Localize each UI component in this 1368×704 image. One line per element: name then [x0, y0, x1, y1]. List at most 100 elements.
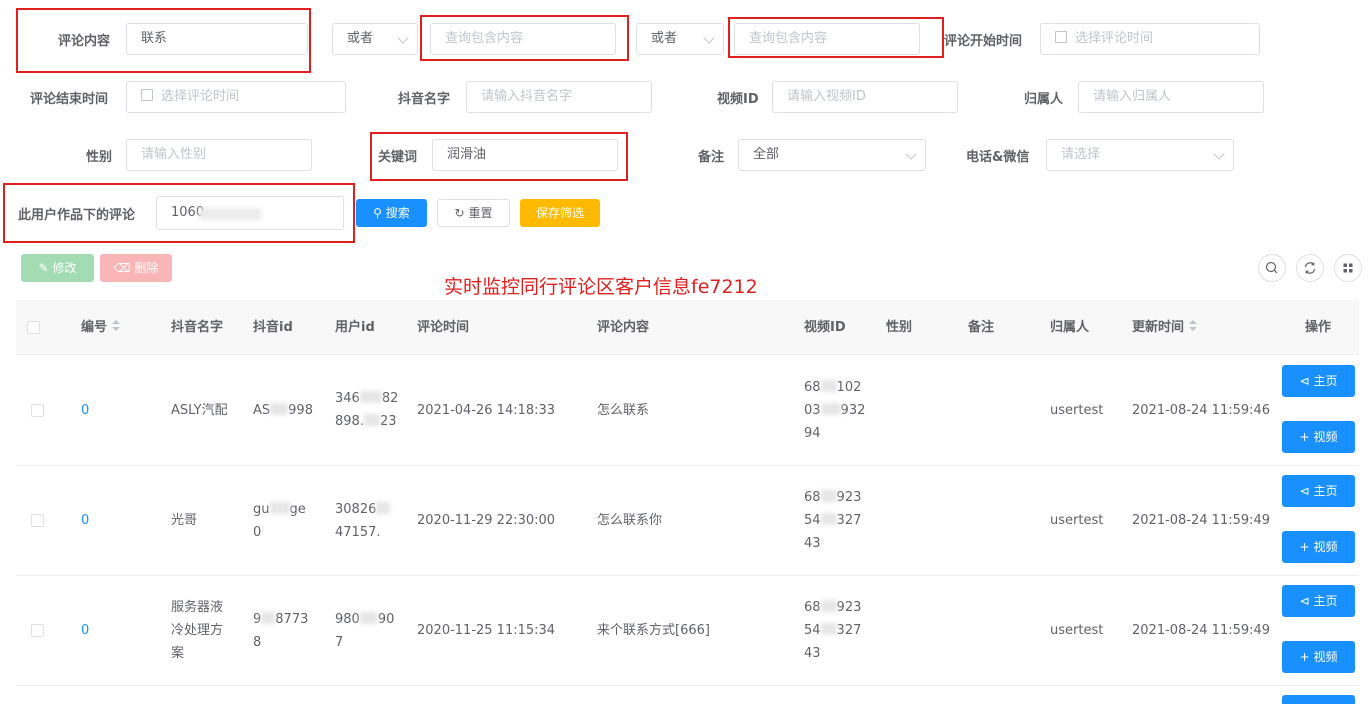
refresh-button[interactable]: [1296, 254, 1324, 282]
row-updated: 2021-08-24 11:59:49: [1132, 513, 1271, 528]
refresh-icon: ↻: [454, 206, 465, 220]
douyin-name-input[interactable]: 请输入抖音名字: [466, 81, 652, 113]
video-button[interactable]: + 视频: [1282, 531, 1355, 563]
share-icon: ⊲: [1299, 594, 1310, 608]
calendar-icon: [1055, 31, 1067, 43]
home-button[interactable]: ⊲ 主页: [1282, 365, 1355, 397]
row-comment-time: 2021-04-26 14:18:33: [417, 403, 556, 418]
gender-label: 性别: [86, 150, 113, 165]
edit-button[interactable]: ✎ 修改: [21, 254, 94, 282]
row-id[interactable]: 0: [81, 399, 89, 422]
remark-select[interactable]: 全部: [738, 139, 926, 171]
header-user-id: 用户id: [335, 320, 375, 335]
search-icon: [1265, 261, 1278, 274]
home-button-label: 主页: [1313, 374, 1338, 388]
query-input-1[interactable]: 查询包含内容: [430, 23, 616, 55]
start-time-placeholder: 选择评论时间: [1075, 31, 1154, 46]
remark-select-value: 全部: [753, 147, 780, 162]
plus-icon: +: [1299, 540, 1310, 554]
video-id-input[interactable]: 请输入视频ID: [772, 81, 958, 113]
row-video-id: 68 102 03 932 94: [804, 376, 865, 445]
query-input-2[interactable]: 查询包含内容: [734, 23, 920, 55]
header-updated[interactable]: 更新时间: [1132, 300, 1198, 355]
save-filter-button[interactable]: 保存筛选: [520, 199, 600, 227]
user-id-part: 346: [335, 391, 360, 406]
video-id-part: 327: [836, 513, 862, 528]
next-row-button-partial[interactable]: [1282, 695, 1355, 704]
table-row: 0 ASLY汽配 AS 998 346 82 898. 23 2021-04-26 1…: [16, 355, 1359, 466]
row-name-text: 服务器液: [171, 600, 224, 615]
row-id[interactable]: 0: [81, 619, 89, 642]
select-all-checkbox[interactable]: [27, 321, 40, 334]
delete-button-label: 删除: [134, 261, 159, 275]
douyin-id-part: ge: [289, 502, 306, 517]
user-id-part: 7: [335, 635, 344, 650]
row-checkbox[interactable]: [31, 404, 44, 417]
owner-input[interactable]: 请输入归属人: [1078, 81, 1264, 113]
user-works-comment-input[interactable]: 1060: [156, 196, 344, 230]
video-id-part: 54: [804, 623, 821, 638]
search-toggle-button[interactable]: [1258, 254, 1286, 282]
gender-input[interactable]: 请输入性别: [126, 139, 312, 171]
annotation-watermark: 实时监控同行评论区客户信息fe7212: [444, 276, 758, 298]
row-owner: usertest: [1050, 623, 1104, 638]
row-id[interactable]: 0: [81, 509, 89, 532]
header-video-id: 视频ID: [804, 320, 846, 335]
row-video-id: 68 923 54 327 43: [804, 596, 861, 665]
header-updated-label: 更新时间: [1132, 320, 1185, 335]
video-button[interactable]: + 视频: [1282, 421, 1355, 453]
row-user-id: 30826 47157.: [335, 498, 391, 544]
start-time-picker[interactable]: 选择评论时间: [1040, 23, 1260, 55]
keyword-label: 关键词: [378, 150, 418, 165]
sort-icon: [1188, 320, 1198, 332]
row-checkbox[interactable]: [31, 624, 44, 637]
header-gender: 性别: [886, 320, 913, 335]
user-id-part: 30826: [335, 502, 377, 517]
video-id-part: 43: [804, 646, 821, 661]
user-works-comment-label: 此用户作品下的评论: [18, 208, 136, 223]
douyin-id-part: 8: [253, 635, 262, 650]
phone-wechat-placeholder: 请选择: [1061, 147, 1101, 162]
douyin-name-label: 抖音名字: [398, 92, 451, 107]
video-id-part: 923: [836, 600, 862, 615]
chevron-down-icon: [397, 32, 409, 44]
share-icon: ⊲: [1299, 374, 1310, 388]
row-comment: 怎么联系你: [597, 513, 663, 528]
home-button[interactable]: ⊲ 主页: [1282, 475, 1355, 507]
row-name: 服务器液 冷处理方 案: [171, 596, 223, 665]
row-comment: 怎么联系: [597, 403, 650, 418]
row-comment-time: 2020-11-29 22:30:00: [417, 513, 556, 528]
search-button[interactable]: ⚲ 搜索: [356, 199, 427, 227]
header-id[interactable]: 编号: [81, 300, 121, 355]
row-updated: 2021-08-24 11:59:49: [1132, 623, 1271, 638]
home-button[interactable]: ⊲ 主页: [1282, 585, 1355, 617]
header-ops: 操作: [1305, 320, 1332, 335]
keyword-input[interactable]: 润滑油: [432, 139, 618, 171]
video-button[interactable]: + 视频: [1282, 641, 1355, 673]
reset-button[interactable]: ↻ 重置: [437, 199, 510, 227]
or-select-2-value: 或者: [651, 31, 678, 46]
grid-icon: [1343, 263, 1353, 273]
row-name-text: 光哥: [171, 513, 198, 528]
owner-label: 归属人: [1024, 92, 1064, 107]
delete-button[interactable]: ⌫ 删除: [100, 254, 172, 282]
header-douyin-id: 抖音id: [253, 320, 293, 335]
phone-wechat-select[interactable]: 请选择: [1046, 139, 1234, 171]
video-id-part: 03: [804, 403, 821, 418]
or-select-2[interactable]: 或者: [636, 23, 724, 55]
table-row: 0 服务器液 冷处理方 案 9 8773 8 980 90 7 2020-11-25…: [16, 575, 1359, 686]
row-name: 光哥: [171, 509, 197, 532]
comment-content-input[interactable]: 联系: [126, 23, 308, 55]
row-comment-time: 2020-11-25 11:15:34: [417, 623, 556, 638]
douyin-id-part: gu: [253, 502, 270, 517]
columns-button[interactable]: [1334, 254, 1362, 282]
share-icon: ⊲: [1299, 484, 1310, 498]
end-time-label: 评论结束时间: [30, 92, 109, 107]
sort-icon: [111, 320, 121, 332]
row-name-text: ASLY汽配: [171, 403, 228, 418]
end-time-picker[interactable]: 选择评论时间: [126, 81, 346, 113]
row-checkbox[interactable]: [31, 514, 44, 527]
plus-icon: +: [1299, 430, 1310, 444]
or-select-1[interactable]: 或者: [332, 23, 418, 55]
video-id-part: 923: [836, 490, 862, 505]
